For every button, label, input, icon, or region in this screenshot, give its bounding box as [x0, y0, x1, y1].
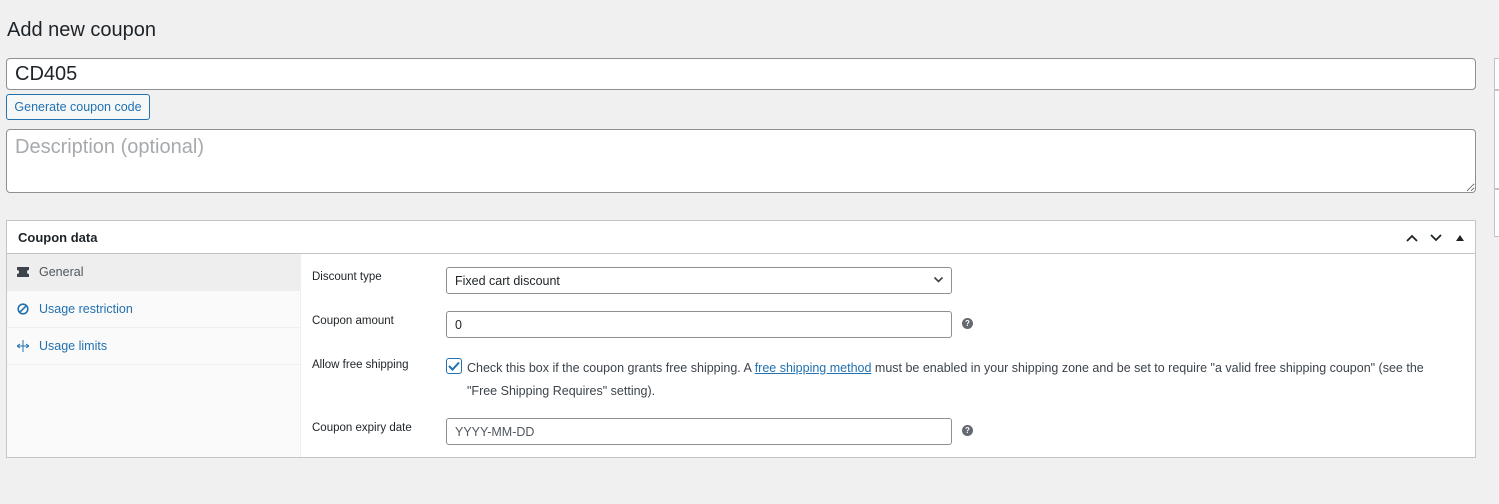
ticket-icon — [16, 265, 30, 279]
expiry-date-input[interactable] — [446, 418, 952, 445]
coupon-amount-label: Coupon amount — [312, 315, 394, 327]
coupon-amount-input[interactable] — [446, 311, 952, 338]
free-shipping-method-link[interactable]: free shipping method — [755, 361, 872, 375]
discount-type-label: Discount type — [312, 271, 382, 283]
tab-usage-restriction[interactable]: Usage restriction — [7, 291, 300, 328]
checkmark-icon — [448, 361, 460, 371]
tab-general-label: General — [39, 265, 84, 279]
collapse-toggle-icon[interactable] — [1449, 227, 1471, 249]
box-handle-actions — [1401, 227, 1471, 249]
coupon-code-input[interactable] — [6, 58, 1476, 90]
page-title: Add new coupon — [7, 19, 157, 41]
side-panel-edge — [1494, 90, 1499, 189]
coupon-data-box: Coupon data General Usage restriction Us… — [6, 220, 1476, 458]
limits-icon — [16, 339, 30, 353]
free-shipping-checkbox[interactable] — [446, 358, 462, 374]
general-panel: Discount type Fixed cart discount Coupon… — [301, 254, 1475, 457]
side-panel-edge — [1494, 58, 1499, 90]
discount-type-value: Fixed cart discount — [455, 273, 560, 288]
help-icon[interactable]: ? — [962, 318, 973, 329]
free-shipping-label: Allow free shipping — [312, 359, 409, 371]
tab-general[interactable]: General — [7, 254, 300, 291]
tab-usage-limits-label: Usage limits — [39, 339, 108, 353]
restriction-icon — [16, 302, 30, 316]
move-down-icon[interactable] — [1425, 227, 1447, 249]
coupon-data-tabs: General Usage restriction Usage limits — [7, 254, 301, 457]
help-icon[interactable]: ? — [962, 425, 973, 436]
chevron-down-icon — [933, 274, 944, 288]
description-textarea[interactable] — [6, 129, 1476, 193]
tab-usage-limits[interactable]: Usage limits — [7, 328, 300, 365]
coupon-data-heading: Coupon data — [18, 229, 98, 245]
tab-usage-restriction-label: Usage restriction — [39, 302, 133, 316]
generate-coupon-code-button[interactable]: Generate coupon code — [6, 94, 150, 120]
expiry-date-label: Coupon expiry date — [312, 422, 412, 434]
discount-type-select[interactable]: Fixed cart discount — [446, 267, 952, 294]
free-shipping-description: Check this box if the coupon grants free… — [467, 357, 1457, 403]
free-shipping-text: Check this box if the coupon grants free… — [467, 361, 755, 375]
side-panel-edge — [1494, 189, 1499, 237]
move-up-icon[interactable] — [1401, 227, 1423, 249]
coupon-data-header: Coupon data — [7, 221, 1475, 254]
